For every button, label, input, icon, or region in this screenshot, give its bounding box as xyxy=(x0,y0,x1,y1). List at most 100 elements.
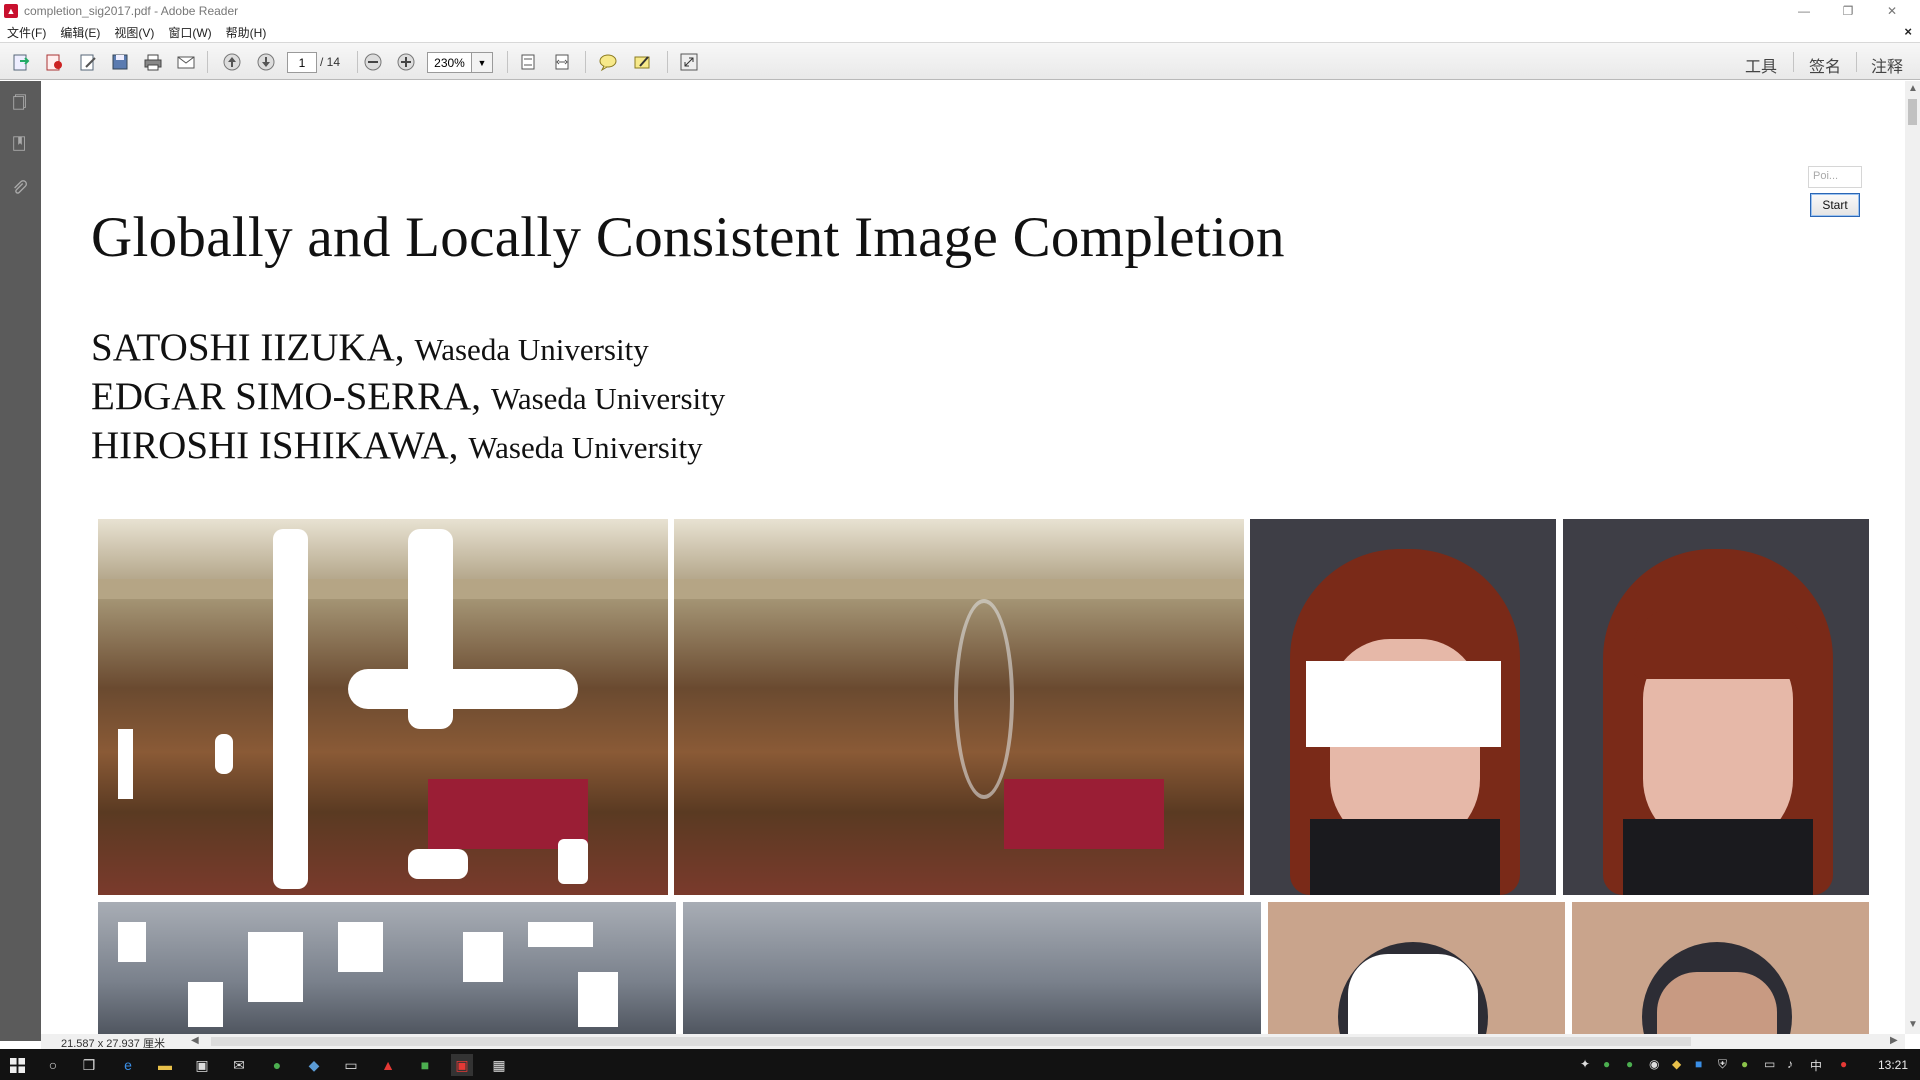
fit-page-icon[interactable] xyxy=(516,51,540,73)
attachment-icon[interactable] xyxy=(10,177,30,199)
mask-region xyxy=(463,932,503,982)
minimize-icon[interactable]: — xyxy=(1782,0,1826,22)
zoom-in-icon[interactable] xyxy=(394,51,418,73)
page-number-input[interactable]: 1 xyxy=(287,52,317,73)
mask-region xyxy=(528,922,593,947)
mask-region xyxy=(118,922,146,962)
portrait-masked-image xyxy=(1268,902,1565,1034)
page-thumbnails-icon[interactable] xyxy=(10,91,30,113)
app-icon[interactable]: ■ xyxy=(414,1054,436,1076)
vertical-scrollbar[interactable]: ▲ ▼ xyxy=(1905,81,1920,1034)
search-icon[interactable]: ○ xyxy=(42,1054,64,1076)
page-total: / 14 xyxy=(320,55,341,69)
tray-icon[interactable]: ■ xyxy=(1695,1057,1702,1071)
mask-region xyxy=(348,669,578,709)
mask-region xyxy=(188,982,223,1027)
chevron-down-icon[interactable]: ▼ xyxy=(472,52,493,73)
menu-view[interactable]: 视图(V) xyxy=(107,24,161,41)
comment-icon[interactable] xyxy=(596,51,620,73)
tab-sign[interactable]: 签名 xyxy=(1809,53,1841,77)
sky-masked-image xyxy=(98,902,676,1034)
author-affiliation: Waseda University xyxy=(414,332,649,367)
mask-region xyxy=(338,922,383,972)
tray-icon[interactable]: ● xyxy=(1741,1057,1748,1071)
close-document-icon[interactable]: × xyxy=(1904,24,1912,39)
author-affiliation: Waseda University xyxy=(468,430,703,465)
shield-icon[interactable]: ⛨ xyxy=(1718,1057,1727,1072)
open-icon[interactable] xyxy=(9,51,33,73)
scroll-right-icon[interactable]: ▶ xyxy=(1890,1035,1898,1046)
acrobat-icon[interactable]: ▲ xyxy=(377,1054,399,1076)
mask-region xyxy=(1306,661,1501,747)
start-icon[interactable] xyxy=(6,1054,28,1076)
menu-window[interactable]: 窗口(W) xyxy=(161,24,218,41)
highlight-icon[interactable] xyxy=(630,51,654,73)
menu-bar: 文件(F) 编辑(E) 视图(V) 窗口(W) 帮助(H) × xyxy=(0,22,1920,42)
save-icon[interactable] xyxy=(108,51,132,73)
app-icon[interactable]: ◆ xyxy=(303,1054,325,1076)
zoom-level-input[interactable]: 230% xyxy=(427,52,472,73)
toolbar-divider xyxy=(1793,52,1794,72)
poi-field[interactable]: Poi... xyxy=(1808,166,1862,188)
zoom-out-icon[interactable] xyxy=(361,51,385,73)
taskbar: ○ ❒ e ▬ ▣ ✉ ● ◆ ▭ ▲ ■ ▣ ▦ ✦ ● ● ◉ ◆ ■ ⛨ … xyxy=(0,1049,1920,1080)
restore-icon[interactable]: ❐ xyxy=(1826,0,1870,22)
mask-region xyxy=(215,734,233,774)
wechat-icon[interactable]: ● xyxy=(266,1054,288,1076)
window-title: completion_sig2017.pdf - Adobe Reader xyxy=(24,4,239,18)
tray-icon[interactable]: ◆ xyxy=(1672,1057,1681,1071)
volume-icon[interactable]: ♪ xyxy=(1787,1057,1793,1071)
ime-indicator[interactable]: 中 xyxy=(1810,1057,1822,1074)
next-page-icon[interactable] xyxy=(254,51,278,73)
scroll-thumb[interactable] xyxy=(1908,99,1917,125)
author-name: EDGAR SIMO-SERRA, xyxy=(91,375,482,418)
store-icon[interactable]: ▣ xyxy=(191,1054,213,1076)
menu-file[interactable]: 文件(F) xyxy=(0,24,53,41)
fullscreen-icon[interactable] xyxy=(677,51,701,73)
tab-tools[interactable]: 工具 xyxy=(1745,53,1777,77)
horizontal-scrollbar[interactable] xyxy=(211,1037,1691,1046)
face-completed-image xyxy=(1563,519,1869,895)
author-affiliation: Waseda University xyxy=(491,381,726,416)
title-bar: ▲ completion_sig2017.pdf - Adobe Reader … xyxy=(0,0,1920,22)
tray-icon[interactable]: ✦ xyxy=(1580,1057,1590,1071)
fit-width-icon[interactable] xyxy=(550,51,574,73)
face-masked-image xyxy=(1250,519,1556,895)
mask-region xyxy=(558,839,588,884)
edit-icon[interactable] xyxy=(76,51,100,73)
start-button[interactable]: Start xyxy=(1810,193,1860,217)
email-icon[interactable] xyxy=(174,51,198,73)
scroll-up-icon[interactable]: ▲ xyxy=(1908,83,1918,94)
tray-icon[interactable]: ● xyxy=(1626,1057,1633,1071)
scroll-down-icon[interactable]: ▼ xyxy=(1908,1019,1918,1030)
tray-icon[interactable]: ● xyxy=(1840,1057,1847,1071)
adobe-reader-icon[interactable]: ▣ xyxy=(451,1054,473,1076)
toolbar-divider xyxy=(585,51,586,73)
paper-title: Globally and Locally Consistent Image Co… xyxy=(91,206,1285,269)
edge-icon[interactable]: e xyxy=(117,1054,139,1076)
mask-region xyxy=(408,849,468,879)
library-masked-image xyxy=(98,519,668,895)
folder-icon[interactable]: ▬ xyxy=(154,1054,176,1076)
tray-icon[interactable]: ◉ xyxy=(1649,1057,1659,1071)
tray-icon[interactable]: ● xyxy=(1603,1057,1610,1071)
scroll-left-icon[interactable]: ◀ xyxy=(191,1035,199,1046)
previous-page-icon[interactable] xyxy=(220,51,244,73)
task-view-icon[interactable]: ❒ xyxy=(78,1054,100,1076)
mail-icon[interactable]: ✉ xyxy=(228,1054,250,1076)
app-icon[interactable]: ▭ xyxy=(340,1054,362,1076)
app-icon[interactable]: ▦ xyxy=(488,1054,510,1076)
menu-help[interactable]: 帮助(H) xyxy=(219,24,274,41)
menu-edit[interactable]: 编辑(E) xyxy=(53,24,107,41)
bookmarks-icon[interactable] xyxy=(10,133,30,155)
network-icon[interactable]: ▭ xyxy=(1764,1057,1775,1071)
print-icon[interactable] xyxy=(141,51,165,73)
toolbar-divider xyxy=(1856,52,1857,72)
create-pdf-icon[interactable] xyxy=(42,51,66,73)
document-view[interactable]: Globally and Locally Consistent Image Co… xyxy=(41,81,1905,1034)
tab-comment[interactable]: 注释 xyxy=(1871,53,1903,77)
clock[interactable]: 13:21 xyxy=(1878,1058,1908,1072)
mask-region xyxy=(118,729,133,799)
close-icon[interactable]: ✕ xyxy=(1870,0,1914,22)
toolbar-divider xyxy=(667,51,668,73)
